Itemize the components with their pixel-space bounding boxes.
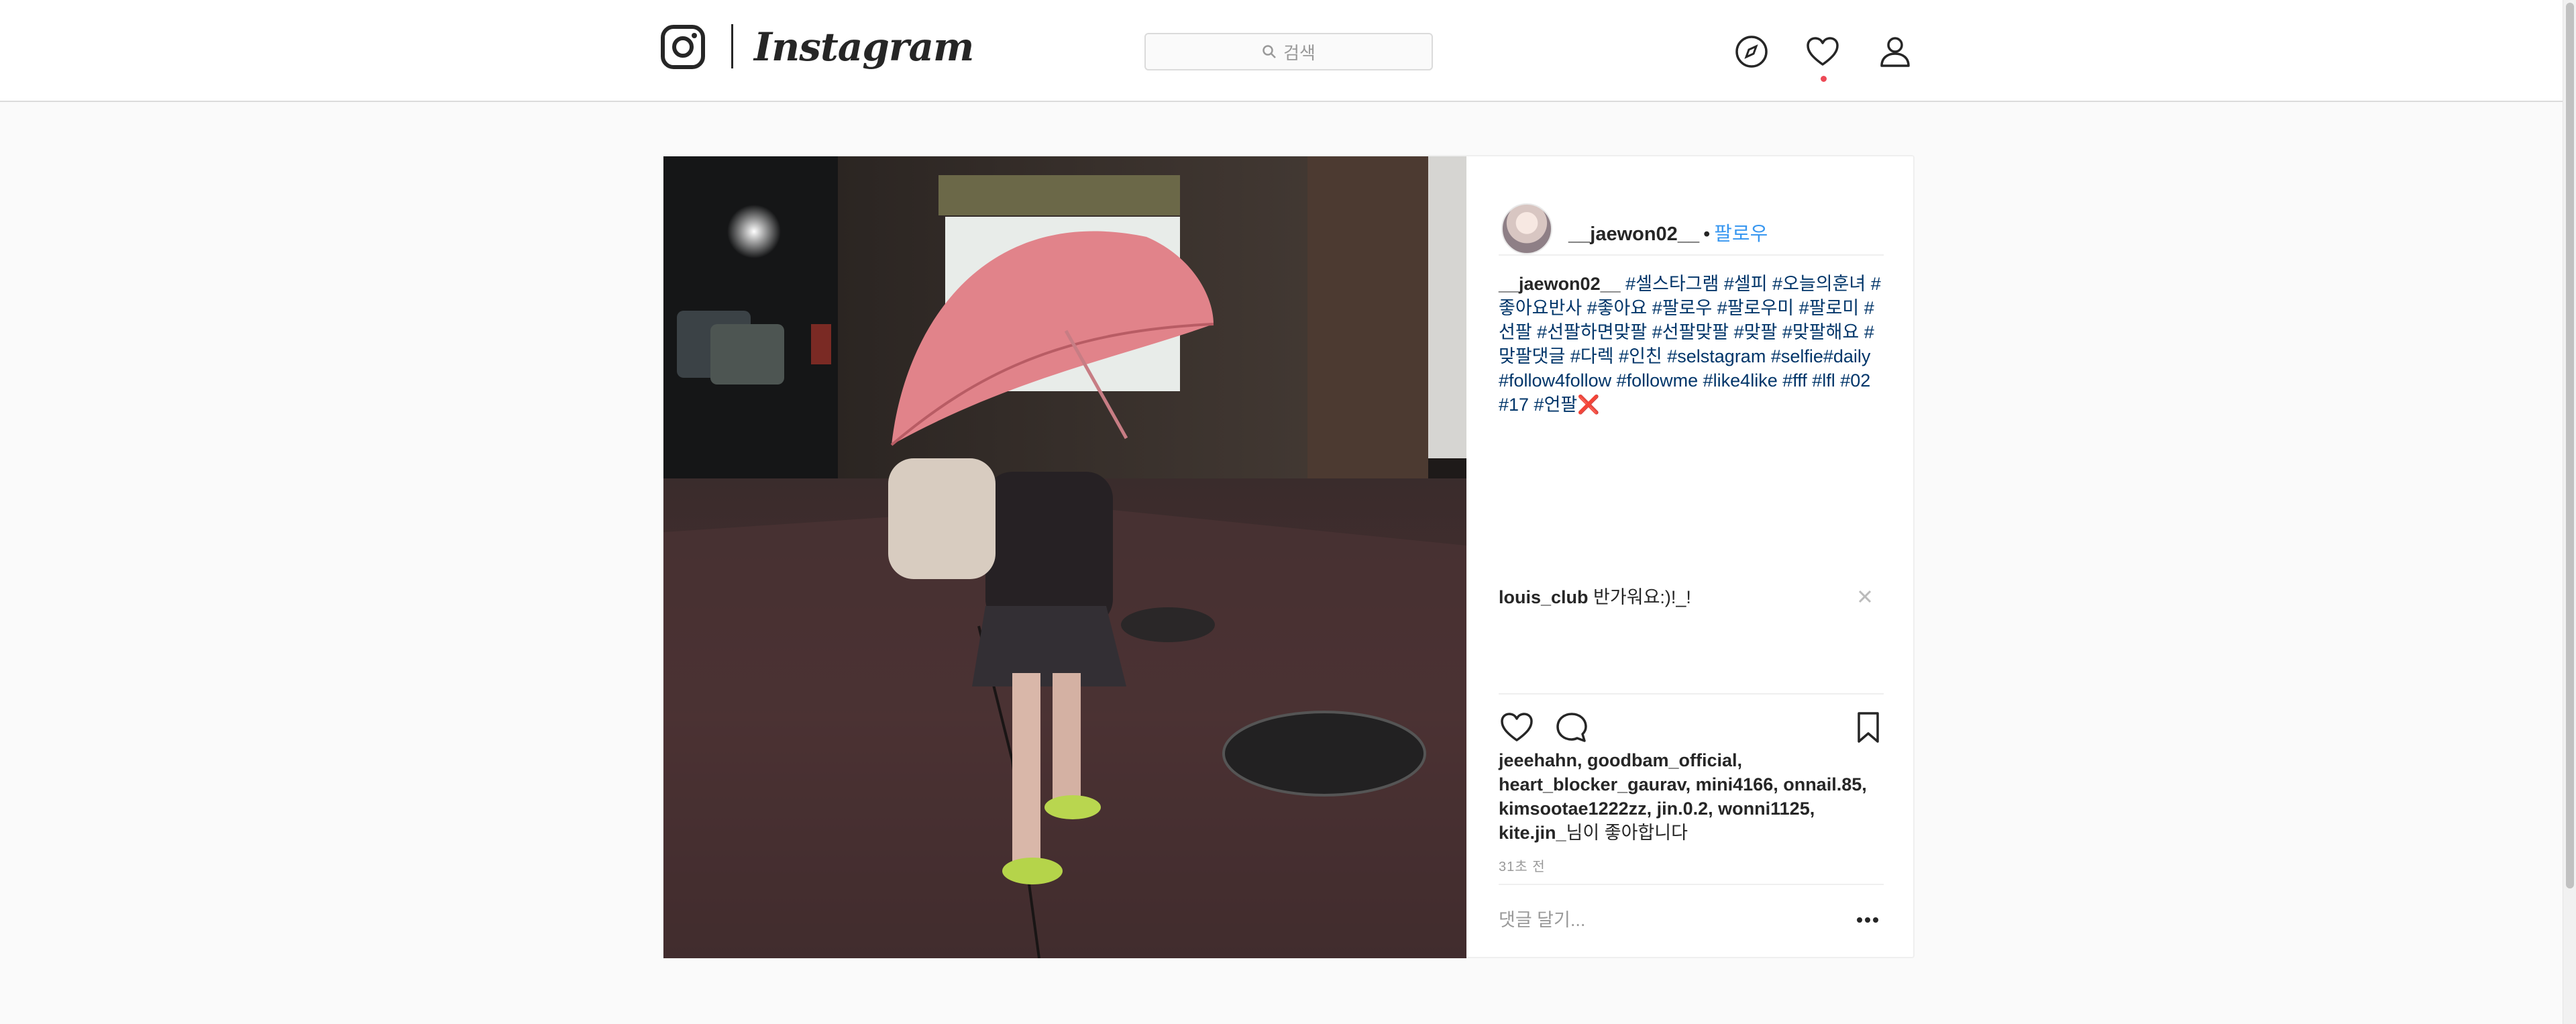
post-caption: __jaewon02__ #셀스타그램 #셀피 #오늘의훈녀 #좋아요반사 #좋… (1499, 272, 1884, 417)
author-username[interactable]: __jaewon02__ (1568, 223, 1699, 245)
likes-summary: jeeehahn, goodbam_official, heart_blocke… (1499, 748, 1884, 845)
avatar[interactable] (1501, 203, 1552, 254)
notification-dot (1821, 76, 1827, 82)
page-scrollbar[interactable] (2563, 0, 2576, 1024)
author-row: __jaewon02__ • 팔로우 (1568, 218, 1768, 246)
heart-icon[interactable] (1805, 34, 1841, 70)
search-icon (1263, 45, 1276, 58)
compass-icon[interactable] (1733, 34, 1770, 70)
user-icon[interactable] (1877, 34, 1913, 70)
search-placeholder: 검색 (1283, 42, 1316, 63)
post-card: __jaewon02__ • 팔로우 __jaewon02__ #셀스타그램 #셀피… (662, 155, 1915, 958)
heart-outline-icon[interactable] (1499, 709, 1535, 746)
follow-button[interactable]: 팔로우 (1714, 223, 1768, 245)
bookmark-icon[interactable] (1850, 709, 1886, 746)
scrollbar-thumb[interactable] (2566, 3, 2574, 888)
comment-text: 반가워요:)!_! (1593, 587, 1691, 607)
caption-hashtags[interactable]: #셀스타그램 #셀피 #오늘의훈녀 #좋아요반사 #좋아요 #팔로우 #팔로우미… (1499, 274, 1881, 415)
search-box[interactable]: 검색 (1144, 33, 1433, 70)
comment-author[interactable]: louis_club (1499, 587, 1589, 607)
top-navigation-bar: Instagram 검색 (0, 0, 2563, 102)
comment-item: louis_club 반가워요:)!_! (1499, 585, 1884, 609)
post-header: __jaewon02__ • 팔로우 (1499, 181, 1884, 256)
post-side-panel: __jaewon02__ • 팔로우 __jaewon02__ #셀스타그램 #셀피… (1466, 156, 1915, 958)
comment-bubble-icon[interactable] (1554, 709, 1590, 746)
caption-author[interactable]: __jaewon02__ (1499, 274, 1621, 294)
more-dots-icon[interactable] (1853, 909, 1882, 931)
comment-composer (1499, 884, 1884, 951)
separator-dot: • (1703, 223, 1711, 245)
logo-divider (731, 24, 733, 68)
instagram-wordmark[interactable]: Instagram (754, 20, 974, 74)
instagram-camera-logo-icon[interactable] (660, 24, 706, 70)
post-photo[interactable] (663, 156, 1466, 958)
likes-suffix: 님이 좋아합니다 (1566, 823, 1688, 843)
comment-input[interactable] (1499, 904, 1821, 936)
post-timestamp[interactable]: 31초 전 (1499, 856, 1546, 875)
close-icon[interactable] (1854, 586, 1876, 607)
red-x-emoji: ❌ (1577, 395, 1600, 415)
